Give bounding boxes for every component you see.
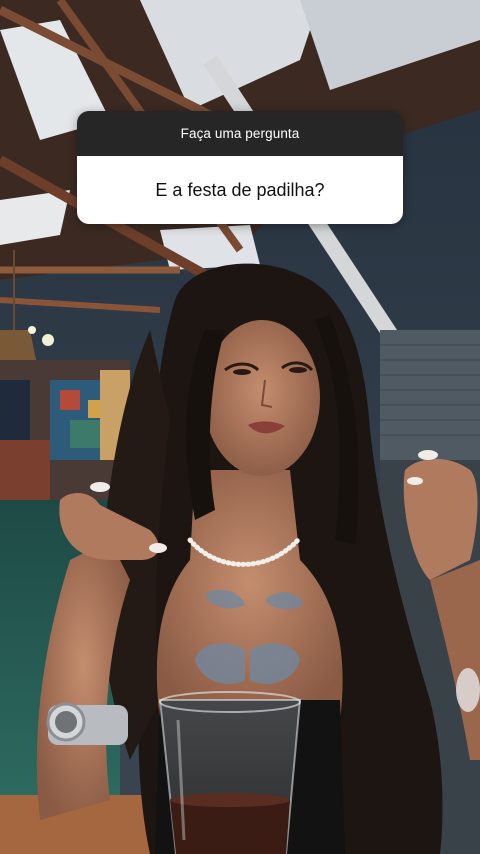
question-sticker[interactable]: Faça uma pergunta E a festa de padilha? xyxy=(77,111,403,224)
drinking-glass xyxy=(158,691,302,854)
left-wall-decor xyxy=(0,360,130,500)
question-sticker-answer: E a festa de padilha? xyxy=(77,156,403,224)
wrist-watch xyxy=(46,702,128,745)
question-sticker-prompt: Faça uma pergunta xyxy=(77,111,403,156)
